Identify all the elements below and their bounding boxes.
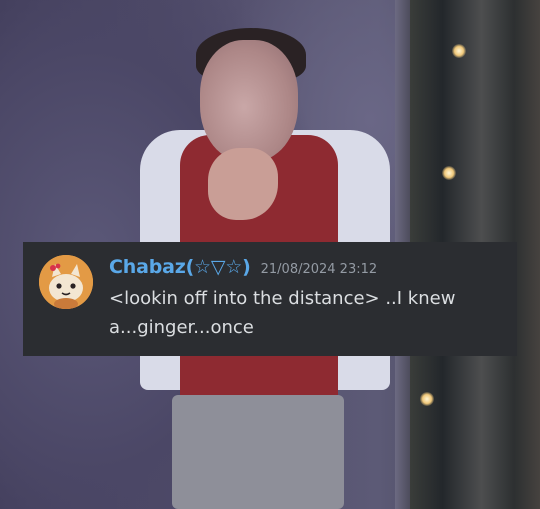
message-body: Chabaz(☆▽☆) 21/08/2024 23:12 <lookin off… bbox=[109, 256, 505, 342]
message-content: <lookin off into the distance> ..I knew … bbox=[109, 288, 456, 338]
performer-hand bbox=[208, 148, 278, 220]
light-bulb bbox=[452, 44, 466, 58]
username[interactable]: Chabaz(☆▽☆) bbox=[109, 256, 251, 278]
chat-message: Chabaz(☆▽☆) 21/08/2024 23:12 <lookin off… bbox=[23, 242, 517, 356]
light-bulb bbox=[420, 392, 434, 406]
timestamp: 21/08/2024 23:12 bbox=[260, 262, 378, 277]
performer-head bbox=[200, 40, 298, 162]
performer-trousers bbox=[172, 395, 344, 509]
cat-avatar-icon[interactable] bbox=[39, 255, 93, 309]
light-bulb bbox=[442, 166, 456, 180]
message-header: Chabaz(☆▽☆) 21/08/2024 23:12 bbox=[109, 256, 505, 278]
